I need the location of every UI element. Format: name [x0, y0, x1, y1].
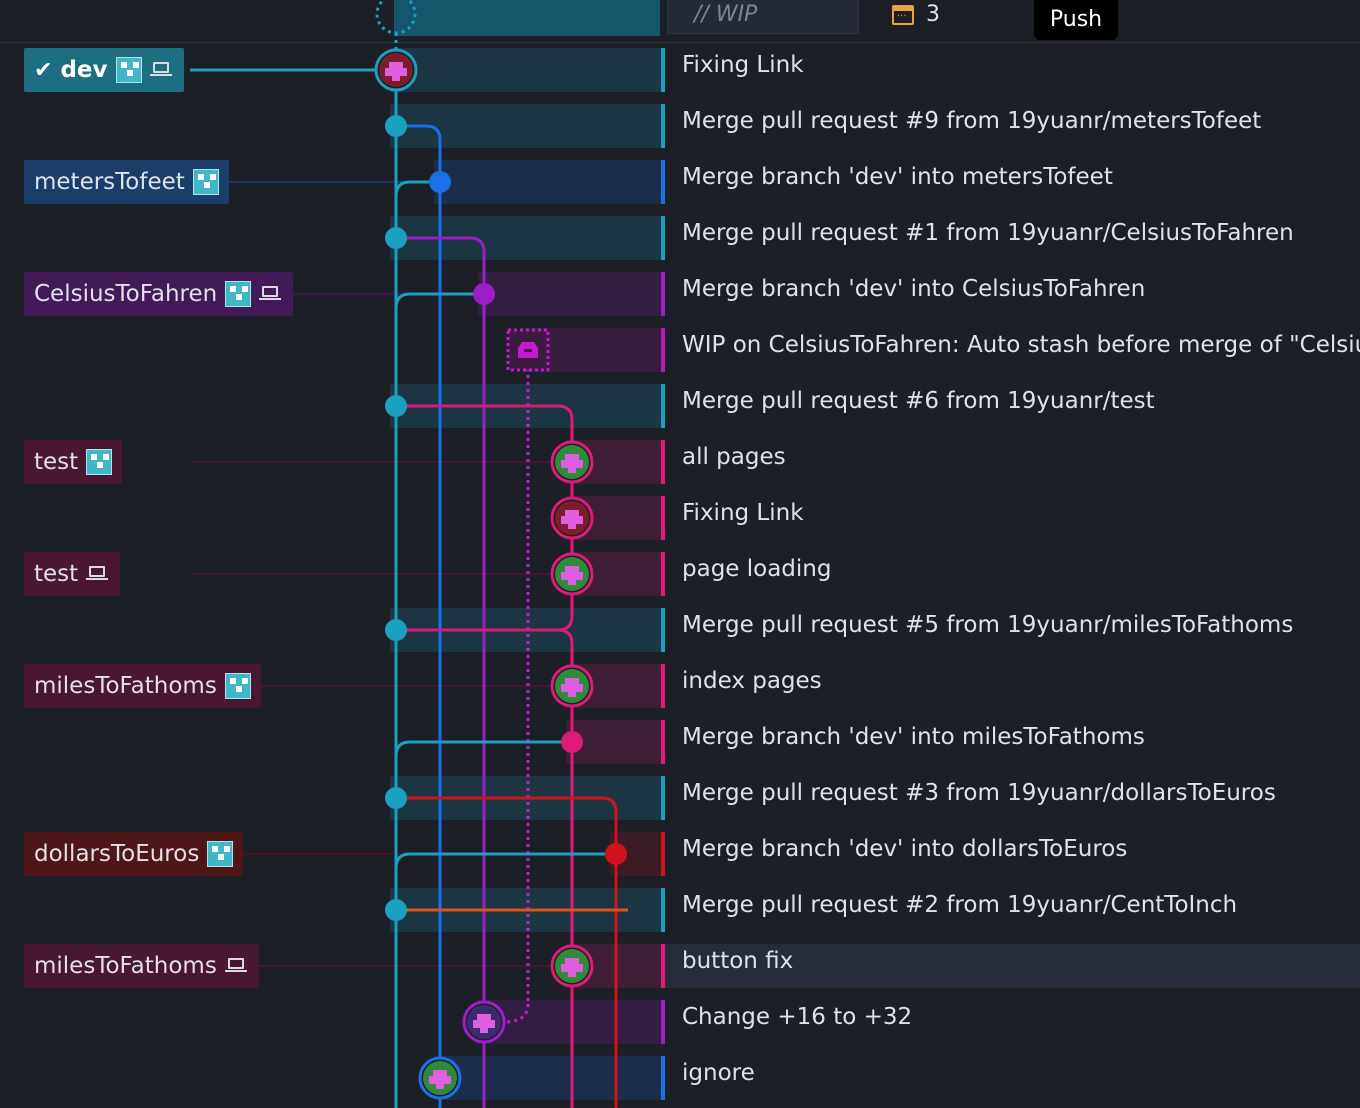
commit-node [605, 843, 627, 865]
github-avatar-icon [115, 57, 142, 83]
branch-label[interactable]: milesToFathoms [24, 664, 261, 708]
branch-name: metersTofeet [34, 169, 185, 195]
branch-label[interactable]: ✔ dev [24, 48, 184, 92]
author-avatar-icon-pixel [561, 684, 583, 692]
github-avatar-icon [224, 673, 251, 699]
github-avatar-icon [86, 449, 113, 475]
author-avatar-icon-pixel [568, 972, 576, 977]
laptop-icon [149, 61, 174, 79]
branch-label[interactable]: test [24, 552, 121, 596]
stash-connector [503, 1003, 530, 1024]
branch-label[interactable]: test [24, 440, 123, 484]
commit-node [473, 283, 495, 305]
branch-name: dev [60, 57, 108, 83]
branch-name: CelsiusToFahren [34, 281, 218, 307]
author-avatar-icon-pixel [561, 572, 583, 580]
branch-label[interactable]: metersTofeet [24, 160, 229, 204]
author-avatar-icon-pixel [561, 460, 583, 468]
stash-icon-slot [524, 349, 532, 352]
laptop-icon [259, 285, 283, 303]
checkmark-icon: ✔ [34, 57, 53, 83]
author-avatar-icon-pixel [561, 516, 583, 524]
author-avatar-icon-pixel [561, 964, 583, 972]
author-avatar-icon-pixel [436, 1084, 444, 1089]
branch-name: test [34, 561, 79, 587]
author-avatar-icon-pixel [568, 692, 576, 697]
commit-node [385, 787, 407, 809]
branch-label[interactable]: CelsiusToFahren [24, 272, 294, 316]
author-avatar-icon-pixel [568, 580, 576, 585]
branch-label[interactable]: dollarsToEuros [24, 832, 244, 876]
merge-dev-into-dollarsToEuros [394, 852, 616, 910]
author-avatar-icon-pixel [480, 1028, 488, 1033]
branch-name: milesToFathoms [34, 673, 217, 699]
author-avatar-icon-pixel [433, 1070, 447, 1076]
wip-node [375, 0, 417, 35]
author-avatar-icon-pixel [565, 678, 579, 684]
author-avatar-icon-pixel [568, 524, 576, 529]
commit-node [385, 899, 407, 921]
author-avatar-icon-pixel [392, 76, 400, 81]
author-avatar-icon-pixel [473, 1020, 495, 1028]
github-avatar-icon [225, 281, 252, 307]
laptop-icon [224, 957, 249, 975]
github-avatar-icon [192, 169, 219, 195]
author-avatar-icon-pixel [565, 566, 579, 572]
branch-label[interactable]: milesToFathoms [24, 944, 259, 988]
author-avatar-icon-pixel [429, 1076, 451, 1084]
author-avatar-icon-pixel [385, 68, 407, 76]
commit-node [385, 115, 407, 137]
author-avatar-icon-pixel [389, 62, 403, 68]
commit-node [429, 171, 451, 193]
commit-node [385, 619, 407, 641]
lane-metersTofeet [396, 124, 442, 1108]
laptop-icon [86, 565, 110, 583]
commit-node [385, 395, 407, 417]
branch-name: dollarsToEuros [34, 841, 200, 867]
author-avatar-icon-pixel [565, 510, 579, 516]
author-avatar-icon-pixel [565, 454, 579, 460]
author-avatar-icon-pixel [477, 1014, 491, 1020]
branch-name: milesToFathoms [34, 953, 217, 979]
commit-node [561, 731, 583, 753]
author-avatar-icon-pixel [568, 468, 576, 473]
author-avatar-icon-pixel [565, 958, 579, 964]
commit-node [385, 227, 407, 249]
github-avatar-icon [207, 841, 234, 867]
branch-name: test [34, 449, 79, 475]
